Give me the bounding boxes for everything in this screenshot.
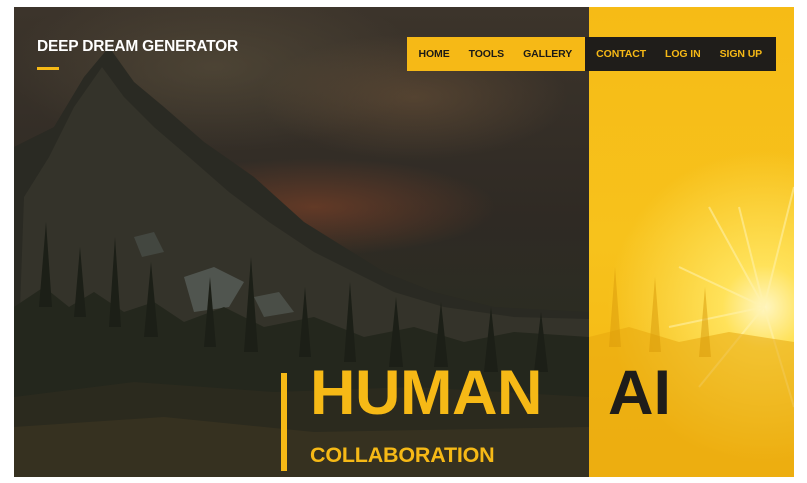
nav-account-group: CONTACT LOG IN SIGN UP (584, 37, 776, 71)
site-logo-title[interactable]: DEEP DREAM GENERATOR (37, 38, 238, 56)
nav-item-contact[interactable]: CONTACT (587, 48, 656, 60)
hero-section: DEEP DREAM GENERATOR HOME TOOLS GALLERY … (14, 7, 794, 477)
nav-item-home[interactable]: HOME (409, 48, 459, 60)
hero-subtitle: COLLABORATION (310, 443, 495, 467)
nav-item-tools[interactable]: TOOLS (459, 48, 513, 60)
hero-heading-human: HUMAN (310, 358, 542, 428)
hero-heading-ai: AI (608, 358, 671, 428)
nav-primary-group: HOME TOOLS GALLERY (407, 37, 585, 71)
nav-item-gallery[interactable]: GALLERY (514, 48, 582, 60)
nav-item-log-in[interactable]: LOG IN (656, 48, 711, 60)
hero-vertical-accent-bar (281, 373, 287, 471)
main-navigation: HOME TOOLS GALLERY CONTACT LOG IN SIGN U… (407, 37, 776, 71)
nav-item-sign-up[interactable]: SIGN UP (710, 48, 771, 60)
logo-underline-accent (37, 67, 59, 70)
